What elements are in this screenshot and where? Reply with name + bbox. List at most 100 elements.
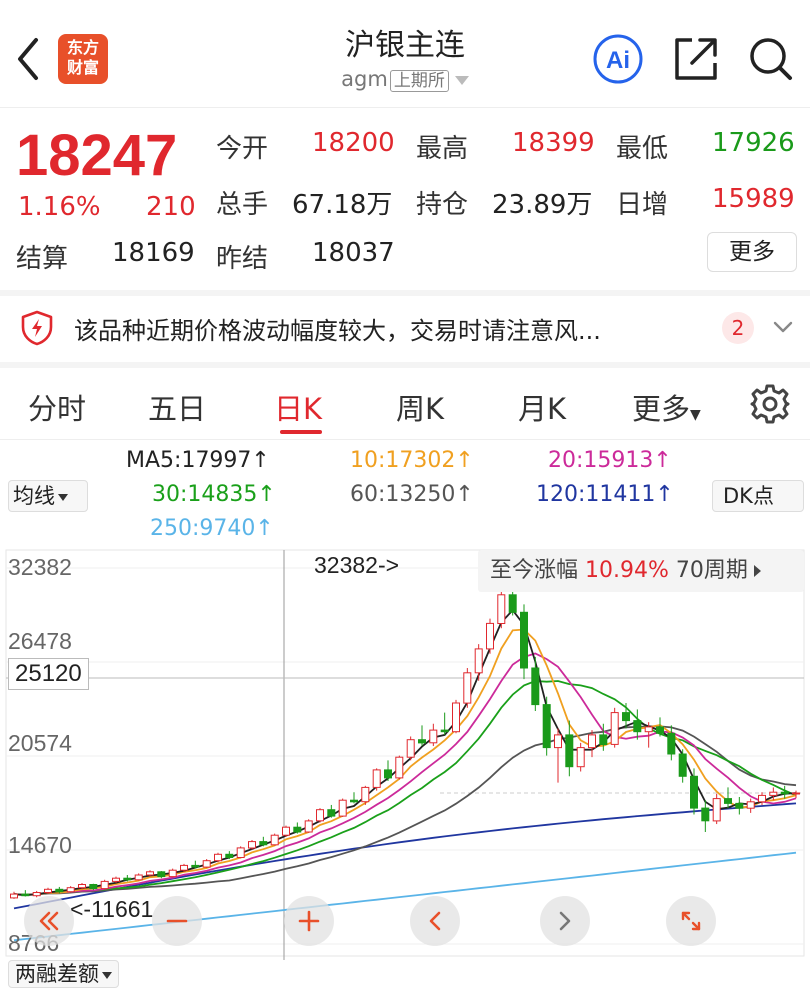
candle-down <box>667 732 676 755</box>
search-button[interactable] <box>744 33 796 85</box>
candle-up <box>576 747 585 768</box>
kline-chart[interactable]: 32382 26478 20574 14670 8766 25120 32382… <box>0 546 810 960</box>
candle-up <box>202 860 211 868</box>
daily-increase-value: 15989 <box>712 184 795 214</box>
candle-down <box>599 734 608 745</box>
zoom-out-button[interactable] <box>152 896 202 946</box>
ai-icon: Ai <box>593 34 643 84</box>
candle-up <box>372 769 381 788</box>
bottom-indicator-selector[interactable]: 两融差额 <box>8 960 119 988</box>
candle-up <box>452 702 460 733</box>
dk-point-button[interactable]: DK点 <box>712 480 804 512</box>
warning-shield-icon <box>21 310 53 346</box>
tab-weekly-k[interactable]: 周K <box>396 386 444 428</box>
chevron-down-icon[interactable] <box>770 314 796 340</box>
candle-up <box>769 791 778 796</box>
candle-up <box>270 834 279 846</box>
volume-label: 总手 <box>216 190 269 220</box>
candle-up <box>66 887 75 893</box>
gear-icon[interactable] <box>748 382 792 426</box>
prev-settle-value: 18037 <box>312 238 395 268</box>
period-change-box[interactable]: 至今涨幅 10.94% 70周期 <box>478 550 804 592</box>
candle-down <box>327 809 336 817</box>
ma5-value: MA5:17997↑ <box>126 448 270 473</box>
candle-up <box>406 739 415 758</box>
candle-up <box>588 734 596 749</box>
candle-up <box>10 893 18 899</box>
candle-up <box>316 809 324 822</box>
candle-up <box>146 871 154 876</box>
share-button[interactable] <box>670 33 722 85</box>
y-tick-label: 14670 <box>8 832 72 858</box>
candle-up <box>361 786 370 803</box>
candle-down <box>55 888 64 893</box>
crosshair-price-tag: 25120 <box>8 658 89 690</box>
candle-up <box>644 726 653 733</box>
chevron-right-icon <box>753 565 761 577</box>
candle-up <box>168 869 177 878</box>
candle-down <box>780 791 789 795</box>
tab-more[interactable]: 更多▼ <box>632 386 701 428</box>
candle-down <box>633 720 642 733</box>
candle-down <box>508 594 517 613</box>
candle-up <box>610 712 619 745</box>
ma30-value: 30:14835↑ <box>152 482 276 507</box>
candle-down <box>89 884 98 889</box>
ma-selector[interactable]: 均线 <box>8 480 88 512</box>
candle-up <box>486 622 494 650</box>
candle-down <box>724 798 732 804</box>
tab-five-day[interactable]: 五日 <box>148 386 206 428</box>
change-percent: 1.16% <box>18 192 101 222</box>
candle-up <box>180 864 188 871</box>
zoom-in-button[interactable] <box>284 896 334 946</box>
fullscreen-button[interactable] <box>666 896 716 946</box>
more-quote-button[interactable]: 更多 <box>707 232 797 272</box>
period-label: 至今涨幅 <box>490 558 579 583</box>
candle-up <box>236 847 245 858</box>
candle-down <box>701 807 710 822</box>
plus-icon <box>298 910 320 932</box>
candle-up <box>554 734 562 749</box>
scroll-right-button[interactable] <box>540 896 590 946</box>
ma60-value: 60:13250↑ <box>350 482 474 507</box>
caret-icon <box>58 493 68 501</box>
y-tick-label: 26478 <box>8 628 72 654</box>
period-tabs: 分时 五日 日K 周K 月K 更多▼ <box>0 368 810 440</box>
candle-up <box>474 648 483 674</box>
dk-point-label: DK点 <box>723 484 774 508</box>
candle-up <box>78 884 86 889</box>
ma60-line <box>13 725 797 897</box>
candle-up <box>32 892 41 897</box>
tab-monthly-k[interactable]: 月K <box>518 386 566 428</box>
open-label: 今开 <box>216 134 269 164</box>
candle-up <box>497 594 506 624</box>
ma120-value: 120:11411↑ <box>536 482 674 507</box>
ma30-line <box>13 680 797 896</box>
contract-code: agm <box>341 67 388 91</box>
scroll-to-start-button[interactable] <box>24 896 74 946</box>
low-label: 最低 <box>616 134 669 164</box>
candle-up <box>758 794 766 803</box>
tab-intraday[interactable]: 分时 <box>28 386 86 428</box>
scroll-left-button[interactable] <box>410 896 460 946</box>
dropdown-triangle-icon <box>454 75 469 85</box>
ma20-value: 20:15913↑ <box>548 448 672 473</box>
risk-notice[interactable]: 该品种近期价格波动幅度较大，交易时请注意风... 2 <box>0 296 810 362</box>
settle-value: 18169 <box>112 238 195 268</box>
tab-more-label: 更多 <box>632 392 691 426</box>
high-marker: 32382-> <box>314 552 400 578</box>
period-percent: 10.94% <box>585 558 669 583</box>
candle-down <box>622 712 630 722</box>
settle-label: 结算 <box>16 244 69 274</box>
tab-daily-k[interactable]: 日K <box>274 386 322 428</box>
y-tick-label: 20574 <box>8 730 72 756</box>
ai-assistant-button[interactable]: Ai <box>592 33 644 85</box>
daily-increase-label: 日增 <box>616 190 669 220</box>
ma-selector-label: 均线 <box>13 484 55 508</box>
top-bar: 东方 财富 沪银主连 agm 上期所 Ai <box>0 0 810 108</box>
open-interest-label: 持仓 <box>416 190 469 220</box>
high-value: 18399 <box>512 128 595 158</box>
candle-up <box>338 799 347 817</box>
caret-icon: ▼ <box>690 407 701 423</box>
candle-up <box>463 672 472 704</box>
